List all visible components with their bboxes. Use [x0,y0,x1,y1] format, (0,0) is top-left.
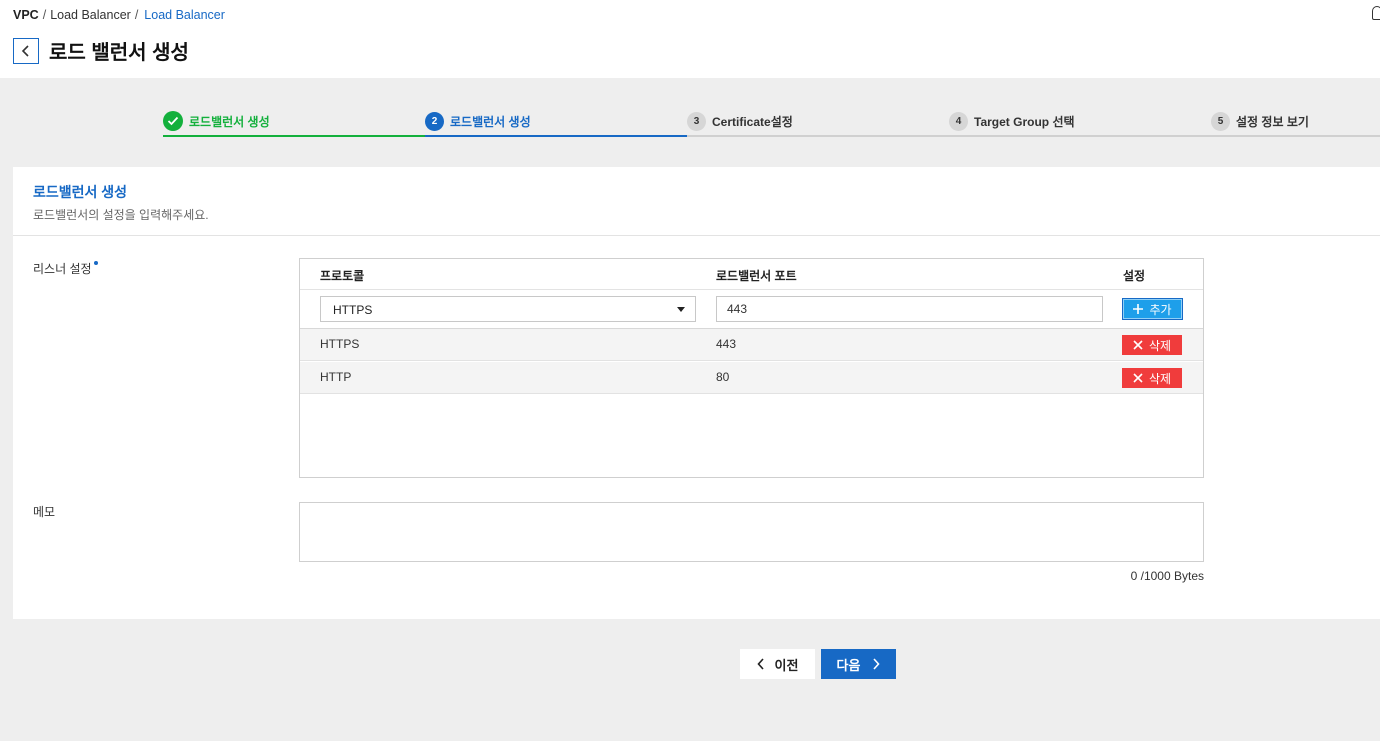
step-4: 4 Target Group 선택 [949,106,1075,136]
required-dot-icon [93,261,98,265]
breadcrumb-load-balancer[interactable]: Load Balancer [50,8,131,22]
listener-label: 리스너 설정 [33,260,98,277]
step-5-label: 설정 정보 보기 [1236,114,1309,129]
delete-listener-button[interactable]: 삭제 [1122,368,1182,388]
close-icon [1133,373,1143,383]
listener-row: HTTPS 443 삭제 [300,329,1203,361]
header-setting: 설정 [1123,269,1146,283]
step-2-number: 2 [425,111,444,131]
row-protocol: HTTP [320,370,352,384]
step-3: 3 Certificate설정 [687,106,793,136]
listener-input-row: HTTPS 추가 [300,290,1203,329]
back-button[interactable] [13,38,39,64]
listener-table: 프로토콜 로드밸런서 포트 설정 HTTPS 추가 HTTPS 443 [299,258,1204,478]
protocol-select[interactable]: HTTPS [320,296,696,322]
prev-button[interactable]: 이전 [740,649,815,679]
row-port: 80 [716,370,730,384]
breadcrumb-current[interactable]: Load Balancer [144,8,225,22]
card-description: 로드밸런서의 설정을 입력해주세요. [33,208,209,222]
chevron-left-icon [21,45,29,57]
breadcrumb-separator: / [42,8,47,22]
step-1-label: 로드밸런서 생성 [189,114,270,129]
step-4-number: 4 [949,111,968,131]
content-area: 로드밸런서 생성 2 로드밸런서 생성 3 Certificate설정 4 Ta… [0,78,1380,741]
header-port: 로드밸런서 포트 [716,269,797,283]
breadcrumb-separator: / [134,8,139,22]
row-port: 443 [716,337,737,351]
port-input[interactable] [716,296,1103,322]
close-icon [1133,340,1143,350]
row-protocol: HTTPS [320,337,360,351]
step-5: 5 설정 정보 보기 [1211,106,1309,136]
step-2-label: 로드밸런서 생성 [450,114,531,129]
form-card: 로드밸런서 생성 로드밸런서의 설정을 입력해주세요. 리스너 설정 프로토콜 … [13,167,1380,619]
listener-row: HTTP 80 삭제 [300,362,1203,394]
step-3-label: Certificate설정 [712,114,793,129]
step-5-number: 5 [1211,111,1230,131]
step-3-number: 3 [687,111,706,131]
step-1: 로드밸런서 생성 [163,106,270,136]
add-listener-button[interactable]: 추가 [1122,298,1183,320]
delete-listener-button[interactable]: 삭제 [1122,335,1182,355]
check-icon [163,111,183,131]
memo-label: 메모 [33,505,56,519]
card-title: 로드밸런서 생성 [33,184,128,200]
stepper: 로드밸런서 생성 2 로드밸런서 생성 3 Certificate설정 4 Ta… [163,106,1380,138]
plus-icon [1133,304,1144,314]
byte-counter: 0 /1000 Bytes [1130,569,1204,583]
breadcrumb: VPC / Load Balancer / Load Balancer [13,8,225,22]
caret-down-icon [677,307,685,312]
protocol-select-value: HTTPS [333,303,373,317]
step-4-label: Target Group 선택 [974,114,1075,129]
listener-table-header: 프로토콜 로드밸런서 포트 설정 [300,259,1203,290]
wizard-navigation: 이전 다음 [740,649,896,679]
next-button[interactable]: 다음 [821,649,896,679]
memo-textarea[interactable] [299,502,1204,562]
breadcrumb-vpc[interactable]: VPC [13,8,39,22]
top-bar: VPC / Load Balancer / Load Balancer 로드 밸… [0,0,1380,78]
page-title: 로드 밸런서 생성 [49,42,189,64]
chevron-left-icon [756,658,764,670]
step-2: 2 로드밸런서 생성 [425,106,531,136]
divider [13,235,1380,236]
chevron-right-icon [873,658,881,670]
header-protocol: 프로토콜 [320,269,365,283]
bell-icon[interactable] [1372,6,1380,20]
